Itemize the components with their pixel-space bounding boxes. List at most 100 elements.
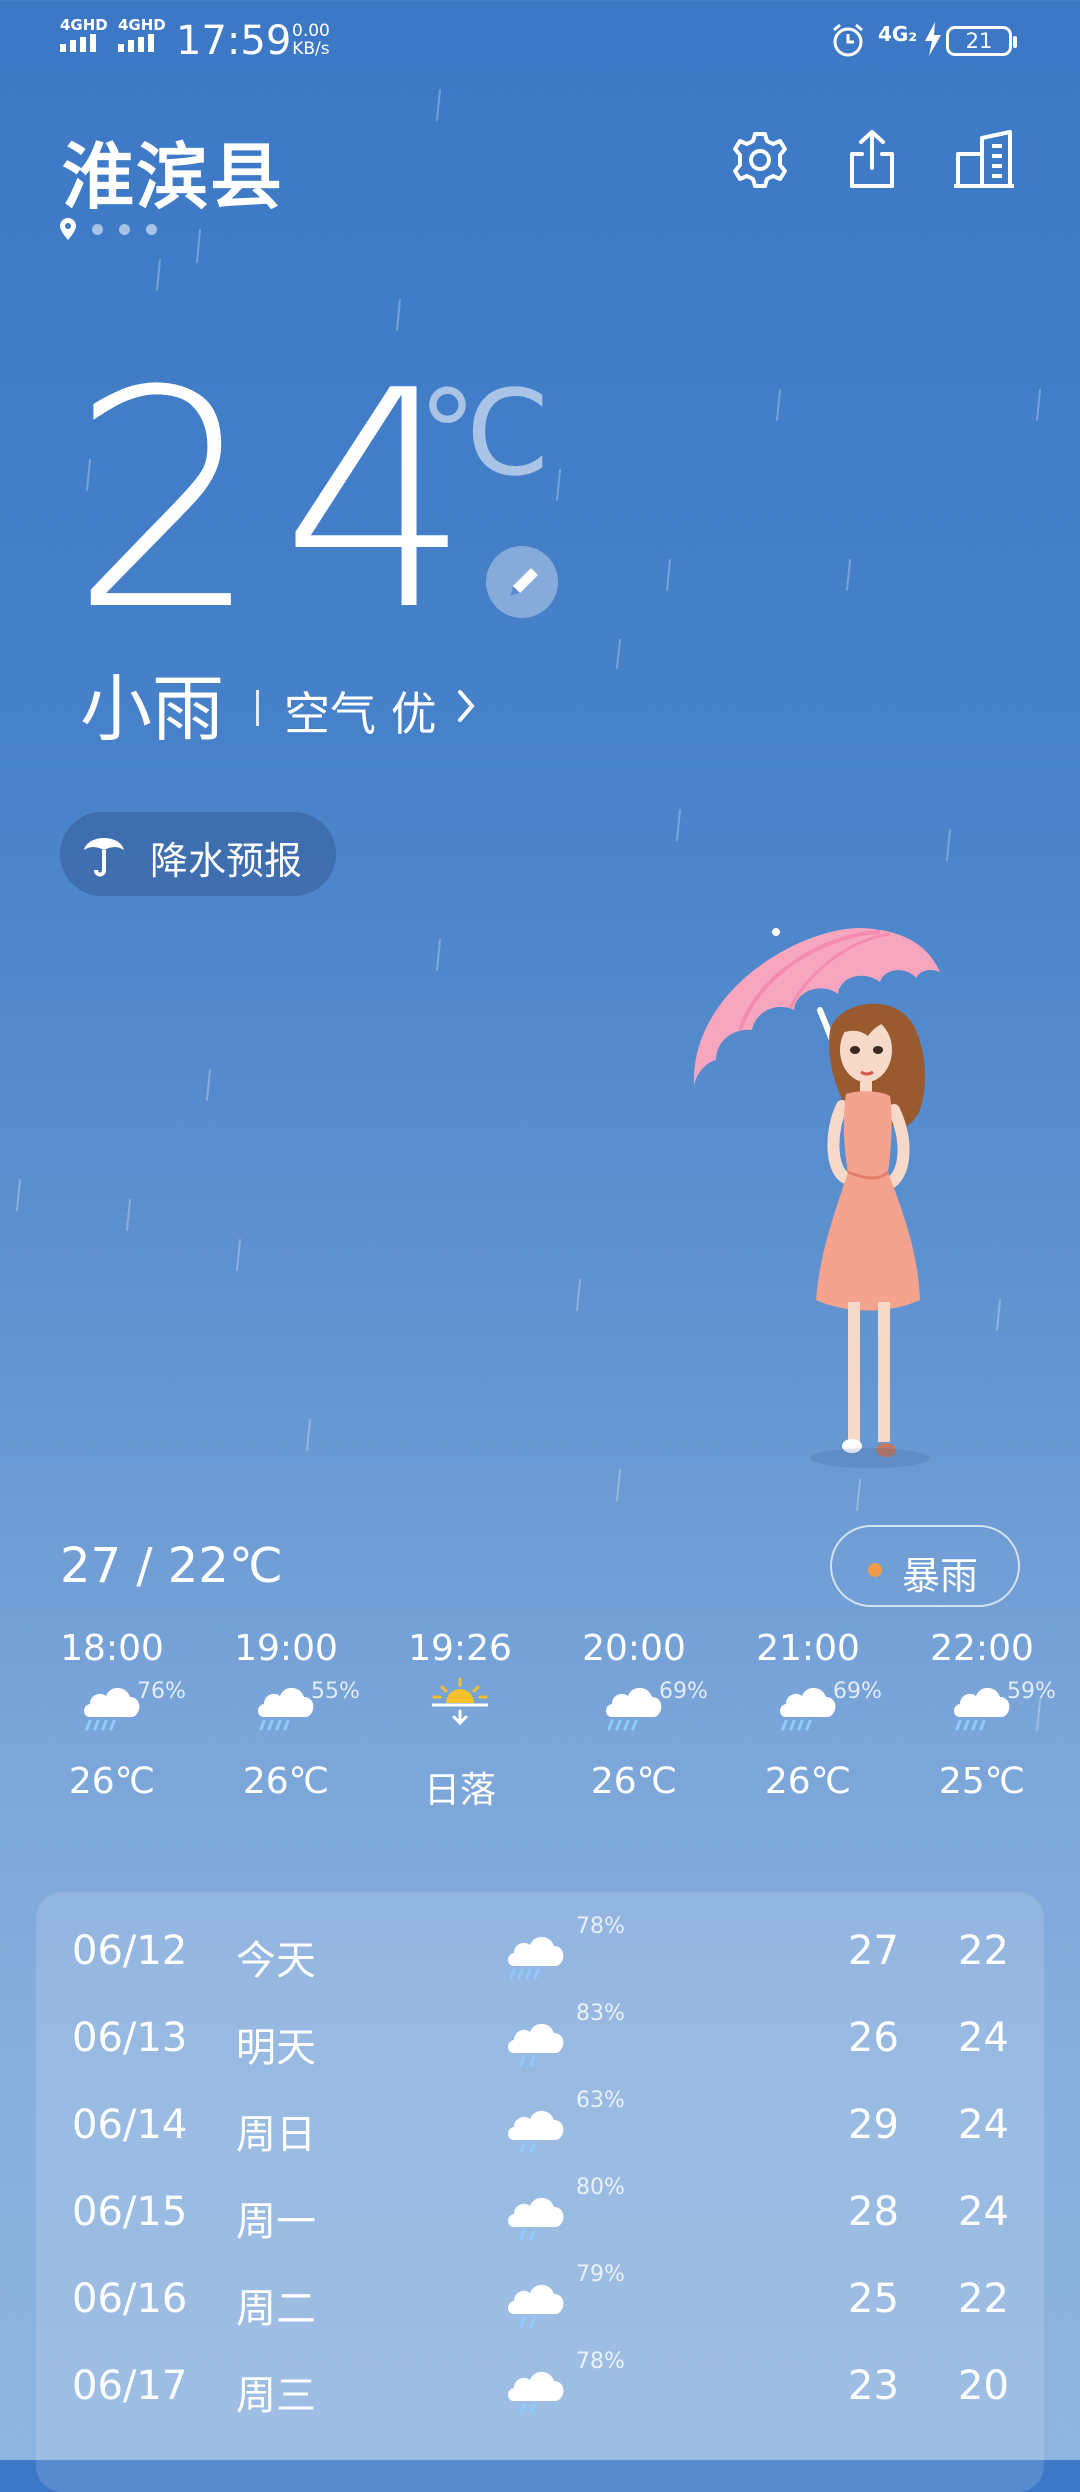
signal-indicator-2: 4GHD	[118, 18, 166, 52]
forecast-date: 06/17	[72, 2363, 188, 2409]
alarm-icon	[833, 23, 863, 57]
forecast-date: 06/15	[72, 2189, 188, 2235]
forecast-high: 28	[848, 2189, 899, 2235]
forecast-low: 22	[958, 1928, 1009, 1974]
girl-with-umbrella-illustration	[693, 928, 940, 1468]
city-manage-icon[interactable]	[952, 128, 1016, 192]
hourly-value: 26℃	[68, 1761, 156, 1802]
today-temperature-range: 27 / 22℃	[60, 1538, 283, 1594]
hourly-item: 18:00 76% 26℃	[27, 1628, 197, 1802]
light-rain-icon	[508, 2371, 564, 2415]
daily-forecast-row[interactable]: 06/15 周一 80% 28 24	[36, 2175, 1044, 2255]
edit-button[interactable]	[486, 546, 558, 618]
pencil-icon	[510, 568, 538, 596]
light-rain-icon	[508, 2284, 564, 2328]
light-rain-icon	[508, 2197, 564, 2241]
divider	[256, 690, 259, 726]
network-speed-unit: KB/s	[292, 39, 330, 59]
sunset-icon	[432, 1677, 488, 1726]
forecast-low: 20	[958, 2363, 1009, 2409]
forecast-weekday: 明天	[236, 2025, 316, 2071]
hourly-item: 19:26 日落	[375, 1628, 545, 1813]
hourly-value: 26℃	[590, 1761, 678, 1802]
forecast-date: 06/16	[72, 2276, 188, 2322]
forecast-weekday: 今天	[236, 1938, 316, 1984]
hourly-value: 25℃	[938, 1761, 1026, 1802]
daily-forecast-row[interactable]: 06/14 周日 63% 29 24	[36, 2088, 1044, 2168]
rain-cloud-icon	[954, 1687, 1010, 1731]
forecast-high: 26	[848, 2015, 899, 2061]
forecast-high: 25	[848, 2276, 899, 2322]
status-bar: 4GHD 4GHD 17:59 0.00 KB/s 4G₂ 21	[0, 0, 1080, 80]
hourly-forecast[interactable]: 18:00 76% 26℃ 19:00 55% 26℃ 19:26 日落 20:00 69% 26℃…	[0, 1628, 1080, 1828]
network-speed-value: 0.00	[292, 21, 330, 41]
weather-alert-button[interactable]: 暴雨	[830, 1525, 1020, 1607]
forecast-high: 27	[848, 1928, 899, 1974]
rain-cloud-icon	[780, 1687, 836, 1731]
forecast-date: 06/14	[72, 2102, 188, 2148]
hourly-precip-probability: 69%	[833, 1679, 882, 1704]
signal-bars-icon	[118, 34, 154, 52]
location-pager[interactable]	[60, 218, 157, 240]
temperature-unit: ℃	[418, 364, 551, 502]
forecast-precip-probability: 79%	[576, 2262, 625, 2287]
signal-label-1: 4GHD	[60, 16, 108, 34]
signal-label-2: 4GHD	[118, 16, 166, 34]
daily-forecast-row[interactable]: 06/13 明天 83% 26 24	[36, 2001, 1044, 2081]
rain-cloud-icon	[84, 1687, 140, 1731]
forecast-low: 24	[958, 2015, 1009, 2061]
daily-forecast-row[interactable]: 06/17 周三 78% 23 20	[36, 2349, 1044, 2429]
alert-dot	[868, 1563, 882, 1577]
forecast-high: 29	[848, 2102, 899, 2148]
charging-icon	[925, 22, 941, 56]
forecast-precip-probability: 78%	[576, 2349, 625, 2374]
battery-indicator: 21	[946, 26, 1017, 56]
page-dot	[146, 223, 157, 235]
hourly-item: 20:00 69% 26℃	[549, 1628, 719, 1802]
hourly-time: 18:00	[60, 1628, 164, 1669]
hourly-time: 20:00	[582, 1628, 686, 1669]
hourly-time: 19:26	[408, 1628, 512, 1669]
hourly-time: 21:00	[756, 1628, 860, 1669]
forecast-weekday: 周一	[236, 2199, 316, 2245]
city-name[interactable]: 淮滨县	[62, 118, 284, 223]
chevron-right-icon	[458, 690, 475, 722]
settings-gear-icon[interactable]	[728, 128, 792, 192]
location-pin-icon	[60, 218, 76, 240]
signal-indicator-1: 4GHD	[60, 18, 108, 52]
forecast-precip-probability: 78%	[576, 1914, 625, 1939]
forecast-weekday: 周二	[236, 2286, 316, 2332]
daily-forecast-row[interactable]: 06/12 今天 78% 27 22	[36, 1914, 1044, 1994]
precipitation-forecast-label: 降水预报	[150, 839, 303, 883]
signal-bars-icon	[60, 34, 96, 52]
hourly-precip-probability: 59%	[1007, 1679, 1056, 1704]
hourly-value: 日落	[423, 1770, 496, 1811]
forecast-date: 06/12	[72, 1928, 188, 1974]
forecast-date: 06/13	[72, 2015, 188, 2061]
hourly-time: 22:00	[930, 1628, 1034, 1669]
forecast-precip-probability: 63%	[576, 2088, 625, 2113]
share-icon[interactable]	[840, 128, 904, 192]
forecast-precip-probability: 83%	[576, 2001, 625, 2026]
hourly-precip-probability: 76%	[137, 1679, 186, 1704]
precipitation-forecast-button[interactable]: 降水预报	[60, 812, 336, 896]
forecast-weekday: 周三	[236, 2373, 316, 2419]
rain-cloud-icon	[258, 1687, 314, 1731]
daily-forecast-panel[interactable]: 06/12 今天 78% 27 22 06/13 明天 83% 26 24 06/14 周日 63% 29…	[36, 1892, 1044, 2492]
hourly-item: 22:00 59% 25℃	[897, 1628, 1067, 1802]
forecast-high: 23	[848, 2363, 899, 2409]
forecast-weekday: 周日	[236, 2112, 316, 2158]
weather-condition: 小雨	[80, 667, 225, 751]
clock: 17:59	[176, 18, 292, 64]
rain-cloud-icon	[606, 1687, 662, 1731]
air-quality-link[interactable]: 空气 优	[284, 678, 437, 744]
hourly-value: 26℃	[242, 1761, 330, 1802]
forecast-low: 22	[958, 2276, 1009, 2322]
forecast-low: 24	[958, 2189, 1009, 2235]
page-dot	[119, 223, 130, 235]
page-dot	[92, 223, 103, 235]
light-rain-icon	[508, 2023, 564, 2067]
network-speed: 0.00 KB/s	[292, 22, 330, 58]
daily-forecast-row[interactable]: 06/16 周二 79% 25 22	[36, 2262, 1044, 2342]
heavy-rain-icon	[508, 1936, 564, 1980]
